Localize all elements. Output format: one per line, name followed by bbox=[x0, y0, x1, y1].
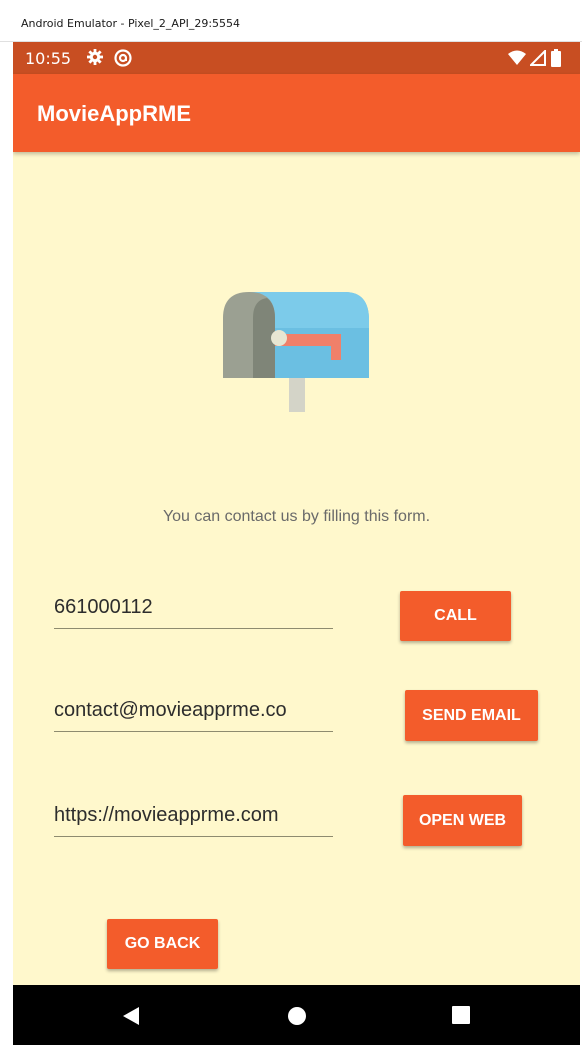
email-value: contact@movieapprme.co bbox=[54, 699, 287, 721]
status-time: 10:55 bbox=[25, 49, 72, 68]
contact-message: You can contact us by filling this form. bbox=[162, 508, 431, 525]
gear-icon bbox=[86, 48, 104, 71]
at-sign-icon bbox=[113, 48, 133, 73]
device-screen: 10:55 MovieAppRME You can contact us by … bbox=[13, 42, 580, 1017]
open-web-button[interactable]: OPEN WEB bbox=[403, 795, 522, 846]
website-field[interactable]: https://movieapprme.com bbox=[54, 798, 333, 837]
wifi-icon bbox=[508, 50, 526, 71]
window-title: Android Emulator - Pixel_2_API_29:5554 bbox=[21, 17, 241, 30]
home-icon[interactable] bbox=[287, 1006, 307, 1031]
mailbox-icon bbox=[219, 288, 371, 423]
recents-icon[interactable] bbox=[452, 1006, 470, 1029]
battery-icon bbox=[551, 49, 561, 72]
phone-value: 661000112 bbox=[54, 596, 153, 618]
website-value: https://movieapprme.com bbox=[54, 804, 279, 826]
call-button[interactable]: CALL bbox=[400, 591, 511, 641]
navigation-bar bbox=[13, 985, 580, 1045]
phone-field[interactable]: 661000112 bbox=[54, 590, 333, 629]
email-field[interactable]: contact@movieapprme.co bbox=[54, 693, 333, 732]
status-bar: 10:55 bbox=[13, 42, 580, 74]
app-title: MovieAppRME bbox=[37, 101, 191, 126]
back-icon[interactable] bbox=[121, 1006, 141, 1031]
send-email-button[interactable]: SEND EMAIL bbox=[405, 690, 538, 741]
signal-icon bbox=[528, 48, 546, 71]
app-bar: MovieAppRME bbox=[13, 74, 580, 152]
emulator-title-bar: Android Emulator - Pixel_2_API_29:5554 bbox=[0, 0, 582, 42]
go-back-button[interactable]: GO BACK bbox=[107, 919, 218, 969]
